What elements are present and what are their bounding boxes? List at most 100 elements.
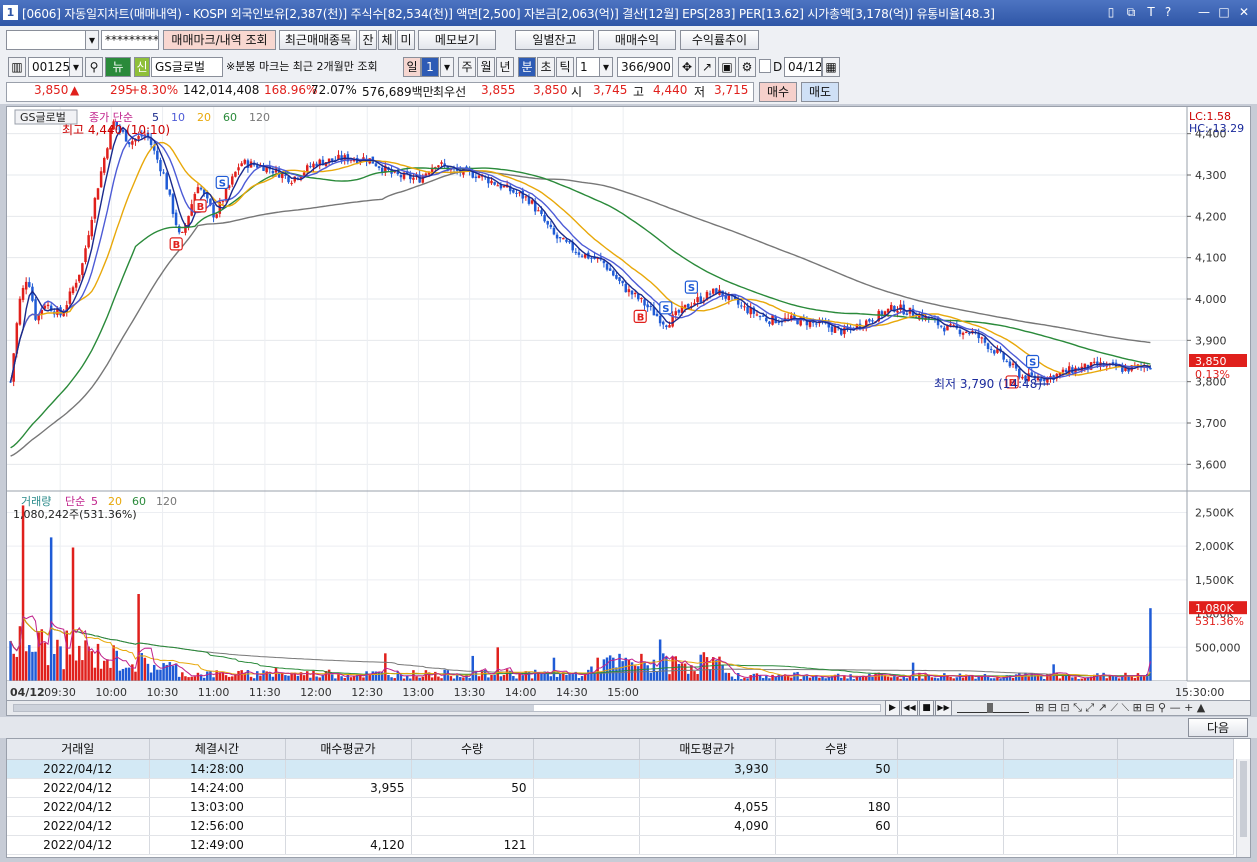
period-month[interactable]: 월: [477, 57, 495, 77]
date-checkbox[interactable]: [759, 59, 771, 73]
volume-bar: [268, 672, 272, 681]
zoom-slider[interactable]: [957, 703, 1029, 713]
table-row[interactable]: 2022/04/12 14:28:00 3,930 50: [7, 759, 1234, 779]
trade-amount: 576,689백만: [362, 85, 434, 99]
ma120-line: [10, 169, 1151, 457]
minimize-icon[interactable]: —: [1196, 4, 1212, 21]
buy-button[interactable]: 매수: [759, 82, 797, 102]
candle-body: [643, 299, 646, 306]
col-buy-avg[interactable]: 매수평균가: [285, 739, 412, 760]
topmost-icon[interactable]: T: [1143, 4, 1159, 21]
stop-icon[interactable]: ■: [919, 700, 934, 716]
period-tick[interactable]: 틱: [556, 57, 574, 77]
recent-stocks-button[interactable]: 최근매매종목: [279, 30, 357, 50]
chart-tool-icons[interactable]: ⊞ ⊟ ⊡ ⤡ ⤢ ↗ ⟋ ⟍ ⊞ ⊟ ⚲ — + ▲: [1035, 701, 1205, 715]
grid-scrollbar[interactable]: [1236, 759, 1250, 857]
period-day[interactable]: 일: [403, 57, 421, 77]
bar-count-input[interactable]: 366/900: [617, 57, 673, 77]
layout-icon[interactable]: ▥: [8, 57, 26, 77]
maximize-icon[interactable]: □: [1216, 4, 1232, 21]
close-icon[interactable]: ✕: [1236, 4, 1252, 21]
candle-body: [961, 332, 965, 335]
period-count-input[interactable]: 1: [576, 57, 600, 77]
volume-bar: [580, 676, 584, 681]
grid-scroll-thumb[interactable]: [1240, 761, 1247, 837]
price-legend-item: 10: [171, 111, 185, 124]
candle-body: [608, 268, 612, 271]
col-sell-avg[interactable]: 매도평균가: [639, 739, 776, 760]
price-tick-label: 4,100: [1195, 252, 1227, 265]
count-dropdown-icon[interactable]: ▾: [599, 57, 613, 77]
chart-canvas[interactable]: BBSBSSBS최고 4,440 (10:10)최저 3,790 (14:48)…: [7, 107, 1250, 701]
chart-scrollbar[interactable]: [13, 704, 881, 712]
volume-bar: [790, 677, 793, 681]
candle-body: [174, 212, 178, 225]
password-field[interactable]: *********: [101, 30, 159, 50]
period-second[interactable]: 초: [537, 57, 555, 77]
save-icon[interactable]: ▣: [718, 57, 736, 77]
col-fill-time[interactable]: 체결시간: [149, 739, 286, 760]
account-select[interactable]: [6, 30, 86, 50]
volume-bar: [103, 660, 106, 681]
period-dropdown-icon[interactable]: ▾: [440, 57, 454, 77]
code-dropdown-icon[interactable]: ▾: [69, 57, 83, 77]
trend-tool-icon[interactable]: ↗: [698, 57, 716, 77]
help-icon[interactable]: ?: [1160, 4, 1176, 21]
col-buy-qty[interactable]: 수량: [411, 739, 534, 760]
table-row[interactable]: 2022/04/12 12:49:00 4,120 121: [7, 835, 1234, 855]
candle-body: [815, 323, 818, 325]
time-tick-label: 13:30: [454, 686, 486, 699]
search-icon[interactable]: ⚲: [85, 57, 103, 77]
next-button[interactable]: 다음: [1188, 718, 1248, 737]
volume-bar: [565, 674, 568, 681]
stock-name-field[interactable]: GS글로벌: [151, 57, 223, 77]
account-dropdown-icon[interactable]: ▾: [85, 30, 99, 50]
col-sell-qty[interactable]: 수량: [775, 739, 898, 760]
period-week[interactable]: 주: [458, 57, 476, 77]
candle-body: [162, 172, 165, 174]
scroll-end-icon[interactable]: ▶▶: [935, 700, 952, 716]
chart-scroll-row[interactable]: ▶ ◀◀ ■ ▶▶ ⊞ ⊟ ⊡ ⤡ ⤢ ↗ ⟋ ⟍ ⊞ ⊟ ⚲ — + ▲: [6, 700, 1251, 716]
return-trend-button[interactable]: 수익률추이: [680, 30, 759, 50]
volume-legend-item: 단순: [65, 495, 85, 508]
time-tick-label: 15:30:00: [1175, 686, 1224, 699]
sell-button[interactable]: 매도: [801, 82, 839, 102]
date-input[interactable]: 04/12: [784, 57, 822, 77]
volume-bar: [552, 657, 556, 681]
period-day-count[interactable]: 1: [421, 57, 439, 77]
chart-area[interactable]: B B S B S S B S 최고 4,440 (10:10) 최저 3,790 (14:48)…: [6, 106, 1251, 702]
stock-code-input[interactable]: 001250: [28, 57, 70, 77]
window-mode-icon[interactable]: ▯: [1103, 4, 1119, 21]
unfilled-button[interactable]: 미: [397, 30, 415, 50]
table-row[interactable]: 2022/04/12 14:24:00 3,955 50: [7, 778, 1234, 798]
trade-profit-button[interactable]: 매매수익: [598, 30, 676, 50]
balance-button[interactable]: 잔: [359, 30, 377, 50]
volume-bar: [171, 665, 175, 681]
memo-view-button[interactable]: 메모보기: [418, 30, 496, 50]
calendar-icon[interactable]: ▦: [822, 57, 840, 77]
volume-bar: [162, 663, 165, 681]
restore-icon[interactable]: ⧉: [1123, 4, 1139, 21]
table-row[interactable]: 2022/04/12 12:56:00 4,090 60: [7, 816, 1234, 836]
low-annotation: 최저 3,790 (14:48): [934, 377, 1042, 391]
stock-list-icon[interactable]: 뉴: [105, 57, 131, 77]
table-row[interactable]: 2022/04/12 13:03:00 4,055 180: [7, 797, 1234, 817]
scroll-start-icon[interactable]: ◀◀: [901, 700, 918, 716]
volume-bar: [533, 669, 537, 681]
col-empty-2: [897, 739, 1004, 760]
daily-balance-button[interactable]: 일별잔고: [515, 30, 594, 50]
scroll-right-icon[interactable]: ▶: [885, 700, 900, 716]
filled-button[interactable]: 체: [378, 30, 396, 50]
chart-scroll-thumb[interactable]: [14, 705, 534, 711]
volume-bar: [327, 669, 331, 681]
col-trade-date[interactable]: 거래일: [7, 739, 150, 760]
settings-icon[interactable]: ⚙: [738, 57, 756, 77]
period-minute[interactable]: 분: [518, 57, 536, 77]
indicator-icon[interactable]: ✥: [678, 57, 696, 77]
volume-bar: [377, 671, 381, 681]
volume-bar: [796, 671, 799, 681]
volume-bar: [1142, 676, 1146, 681]
period-year[interactable]: 년: [496, 57, 514, 77]
zoom-slider-handle[interactable]: [987, 703, 993, 713]
trade-mark-query-button[interactable]: 매매마크/내역 조회: [163, 30, 276, 50]
